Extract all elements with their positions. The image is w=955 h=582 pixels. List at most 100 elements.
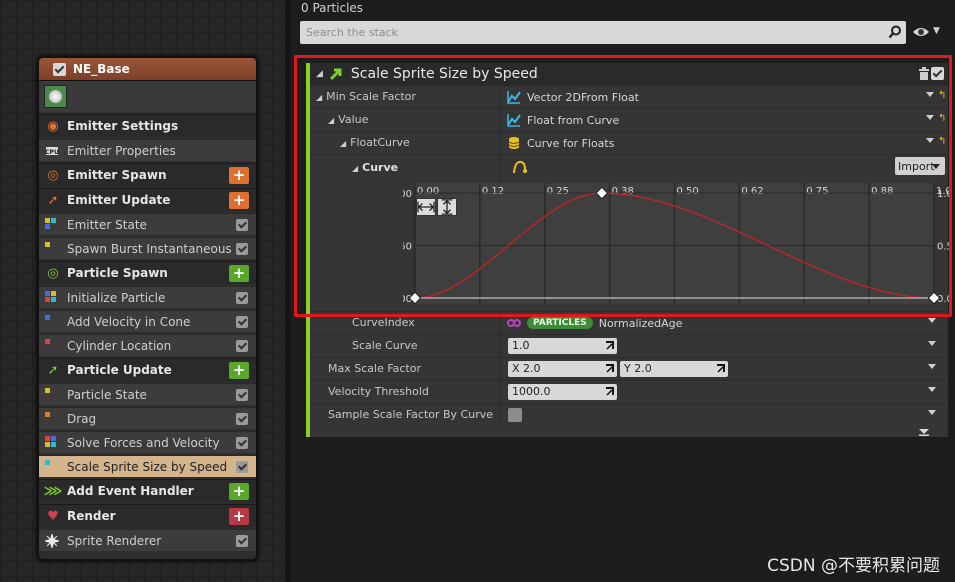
fit-vertical-button[interactable]	[437, 198, 457, 216]
param-row-curve-index: CurveIndex PARTICLES NormalizedAge	[310, 311, 948, 334]
x-tick-label: 0.25	[547, 186, 569, 197]
module-enable-checkbox[interactable]	[236, 291, 248, 304]
module-enable-checkbox[interactable]	[236, 388, 248, 401]
collapse-triangle-icon[interactable]: ◢	[316, 69, 323, 79]
dropdown-arrow-icon[interactable]	[928, 318, 936, 323]
stack-group-particle-update[interactable]: ➚ Particle Update +	[39, 358, 256, 381]
stack-group-add-event-handler[interactable]: ⋙ Add Event Handler +	[39, 479, 256, 502]
curve-editor[interactable]: 0.00 0.12 0.25 0.38 0.50 0.62 0.75 0.88 1.0 0 1. 0 0…	[310, 183, 949, 304]
dropdown-arrow-icon[interactable]	[926, 138, 934, 143]
reset-arrow-icon[interactable]: ↰	[938, 137, 946, 147]
add-module-button[interactable]: +	[229, 264, 249, 282]
expand-triangle-icon[interactable]: ◢	[352, 164, 358, 173]
curve-graph[interactable]: 0.00 0.12 0.25 0.38 0.50 0.62 0.75 0.88 1.0 0 1. 0 0…	[403, 183, 949, 304]
stack-module-initialize-particle[interactable]: Initialize Particle	[39, 286, 256, 308]
curve-asset-icon[interactable]	[512, 159, 528, 175]
dropdown-arrow-icon[interactable]	[926, 92, 934, 97]
reset-arrow-icon[interactable]: ↰	[938, 91, 946, 101]
curve-graph-icon	[507, 114, 521, 127]
stack-group-particle-spawn[interactable]: ◎ Particle Spawn +	[39, 261, 256, 284]
stack-module-spawn-burst-instantaneous[interactable]: Spawn Burst Instantaneous	[39, 237, 256, 259]
dropdown-arrow-icon[interactable]	[926, 115, 934, 120]
reset-arrow-icon[interactable]: ↰	[938, 114, 946, 124]
param-row-min-scale-factor: ◢ Min Scale Factor Vector 2DFrom Float ↰	[310, 85, 948, 108]
add-module-button[interactable]: +	[229, 507, 249, 525]
add-module-button[interactable]: +	[229, 166, 249, 184]
add-module-button[interactable]: +	[229, 191, 249, 209]
sprite-renderer-icon	[43, 531, 61, 550]
stack-module-solve-forces-and-velocity[interactable]: Solve Forces and Velocity	[39, 431, 256, 453]
search-input[interactable]	[300, 21, 906, 44]
param-label: Scale Curve	[352, 339, 418, 352]
stack-module-sprite-renderer[interactable]: Sprite Renderer	[39, 529, 256, 551]
stack-module-add-velocity-in-cone[interactable]: Add Velocity in Cone	[39, 310, 256, 332]
y-tick-label: 0.50	[403, 242, 412, 253]
module-header[interactable]: ◢ Scale Sprite Size by Speed	[310, 63, 948, 85]
module-enable-checkbox[interactable]	[931, 67, 944, 80]
emitter-thumbnail[interactable]	[44, 85, 67, 108]
emitter-node-header[interactable]: NE_Base	[39, 58, 256, 81]
stack-module-scale-sprite-size-by-speed[interactable]: Scale Sprite Size by Speed	[39, 455, 256, 477]
trash-icon[interactable]	[918, 67, 930, 80]
expand-triangle-icon[interactable]: ◢	[328, 116, 334, 125]
stack-module-cylinder-location[interactable]: Cylinder Location	[39, 334, 256, 356]
stack-panel: 0 Particles ▼ ◢ Scale Sprite Size by Spe…	[291, 0, 955, 582]
stack-module-emitter-state[interactable]: Emitter State	[39, 213, 256, 235]
stack-group-emitter-settings[interactable]: ◉ Emitter Settings	[39, 114, 256, 137]
module-enable-checkbox[interactable]	[236, 218, 248, 231]
stack-item-label: Emitter State	[67, 217, 147, 232]
param-label: Curve	[362, 161, 399, 174]
dropdown-arrow-icon[interactable]	[928, 410, 936, 415]
expand-triangle-icon[interactable]: ◢	[340, 139, 346, 148]
x-tick-label: 0.00	[417, 186, 439, 197]
stack-group-render[interactable]: ♥ Render +	[39, 504, 256, 527]
max-scale-y-input[interactable]: Y 2.0	[620, 361, 728, 377]
emitter-thumbnail-row	[39, 81, 256, 112]
module-enable-checkbox[interactable]	[236, 339, 248, 352]
param-value[interactable]: Curve for Floats	[527, 137, 614, 150]
velocity-threshold-input[interactable]: 1000.0	[508, 384, 617, 400]
max-scale-x-input[interactable]: X 2.0	[508, 361, 617, 377]
dropdown-arrow-icon[interactable]	[928, 364, 936, 369]
fit-horizontal-button[interactable]	[416, 198, 436, 216]
param-value[interactable]: Vector 2DFrom Float	[527, 91, 639, 104]
stack-item-label: Render	[67, 509, 116, 523]
module-enable-checkbox[interactable]	[236, 242, 248, 255]
module-enable-checkbox[interactable]	[236, 534, 248, 547]
eye-icon[interactable]	[912, 25, 930, 39]
add-module-button[interactable]: +	[229, 361, 249, 379]
stack-group-emitter-spawn[interactable]: ◎ Emitter Spawn +	[39, 163, 256, 186]
emitter-node-title: NE_Base	[73, 62, 130, 76]
stack-module-drag[interactable]: Drag	[39, 407, 256, 429]
expand-more-icon[interactable]	[918, 428, 930, 436]
chevron-down-icon[interactable]: ▼	[933, 26, 940, 36]
module-enable-checkbox[interactable]	[236, 460, 248, 473]
stack-module-emitter-properties[interactable]: CPU Emitter Properties	[39, 139, 256, 161]
emitter-node[interactable]: NE_Base ◉ Emitter Settings CPU Emitter Prop…	[37, 56, 258, 561]
dropdown-arrow-icon[interactable]	[928, 341, 936, 346]
param-value[interactable]: NormalizedAge	[599, 317, 683, 330]
module-enable-checkbox[interactable]	[236, 412, 248, 425]
param-label: FloatCurve	[350, 136, 410, 149]
param-row-sample-scale-factor: Sample Scale Factor By Curve	[310, 403, 948, 426]
param-row-max-scale-factor: Max Scale Factor X 2.0 Y 2.0	[310, 357, 948, 380]
param-row-velocity-threshold: Velocity Threshold 1000.0	[310, 380, 948, 403]
stack-group-emitter-update[interactable]: ➚ Emitter Update +	[39, 188, 256, 211]
stack-item-label: Emitter Update	[67, 193, 171, 207]
emitter-enable-checkbox[interactable]	[53, 62, 66, 76]
search-icon[interactable]	[888, 25, 902, 39]
module-enable-checkbox[interactable]	[236, 315, 248, 328]
dropdown-arrow-icon[interactable]	[928, 387, 936, 392]
stack-search-box[interactable]	[300, 21, 906, 44]
particle-count: 0 Particles	[301, 1, 364, 15]
namespace-pill[interactable]: PARTICLES	[527, 317, 593, 329]
module-enable-checkbox[interactable]	[236, 436, 248, 449]
stack-module-particle-state[interactable]: Particle State	[39, 383, 256, 405]
param-value[interactable]: Float from Curve	[527, 114, 619, 127]
add-module-button[interactable]: +	[229, 482, 249, 500]
sample-scale-checkbox[interactable]	[508, 408, 522, 422]
expand-triangle-icon[interactable]: ◢	[316, 93, 322, 102]
scale-curve-input[interactable]: 1.0	[508, 338, 617, 354]
y-tick-label-right: 0.50	[937, 242, 949, 253]
import-button[interactable]: Import	[895, 157, 945, 175]
